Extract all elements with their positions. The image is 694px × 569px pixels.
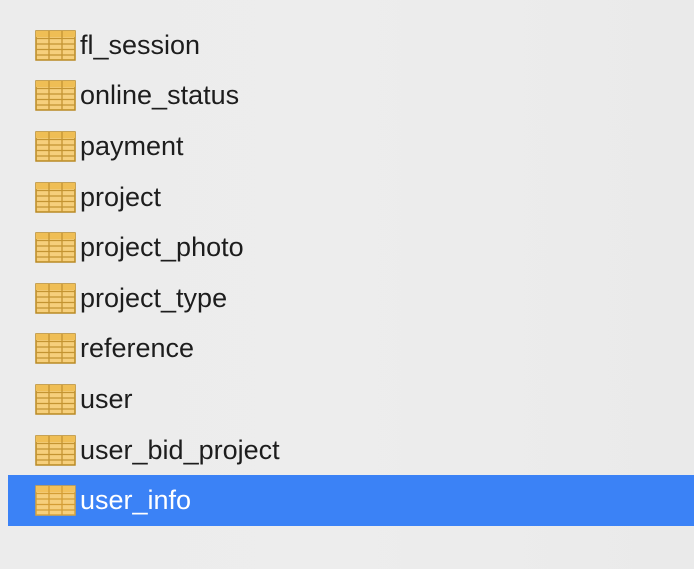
table-row-project-type[interactable]: project_type	[0, 273, 694, 324]
table-icon	[35, 485, 76, 516]
table-icon	[35, 333, 76, 365]
table-row-label: project_type	[80, 282, 228, 313]
table-row-label: project	[80, 181, 162, 212]
table-row-label: user_bid_project	[80, 434, 280, 465]
table-icon	[35, 30, 76, 61]
database-table-list-panel: fl_session online_status payment project…	[0, 0, 694, 569]
table-row-payment[interactable]: payment	[0, 121, 694, 172]
table-icon	[35, 434, 76, 466]
table-row-online-status[interactable]: online_status	[0, 71, 694, 122]
table-row-label: user	[80, 383, 133, 414]
table-row-label: payment	[80, 130, 184, 161]
table-row-user-info-selected[interactable]: user_info	[8, 475, 694, 526]
table-row-label: project_photo	[80, 232, 244, 263]
table-row-label: user_info	[80, 485, 192, 516]
table-icon	[35, 181, 76, 213]
table-icon	[35, 384, 76, 415]
table-row-user-bid-project[interactable]: user_bid_project	[0, 425, 694, 476]
table-row-label: online_status	[80, 80, 240, 111]
table-row-user[interactable]: user	[0, 374, 694, 425]
table-row-fl-session[interactable]: fl_session	[0, 20, 694, 71]
table-icon	[35, 80, 76, 112]
table-icon	[35, 232, 76, 263]
table-row-reference[interactable]: reference	[0, 324, 694, 375]
table-row-project-photo[interactable]: project_photo	[0, 222, 694, 273]
table-row-label: reference	[80, 333, 195, 364]
table-icon	[35, 283, 76, 314]
table-icon	[35, 131, 76, 162]
table-list: fl_session online_status payment project…	[0, 20, 694, 526]
table-row-project[interactable]: project	[0, 172, 694, 223]
table-row-label: fl_session	[80, 29, 201, 60]
